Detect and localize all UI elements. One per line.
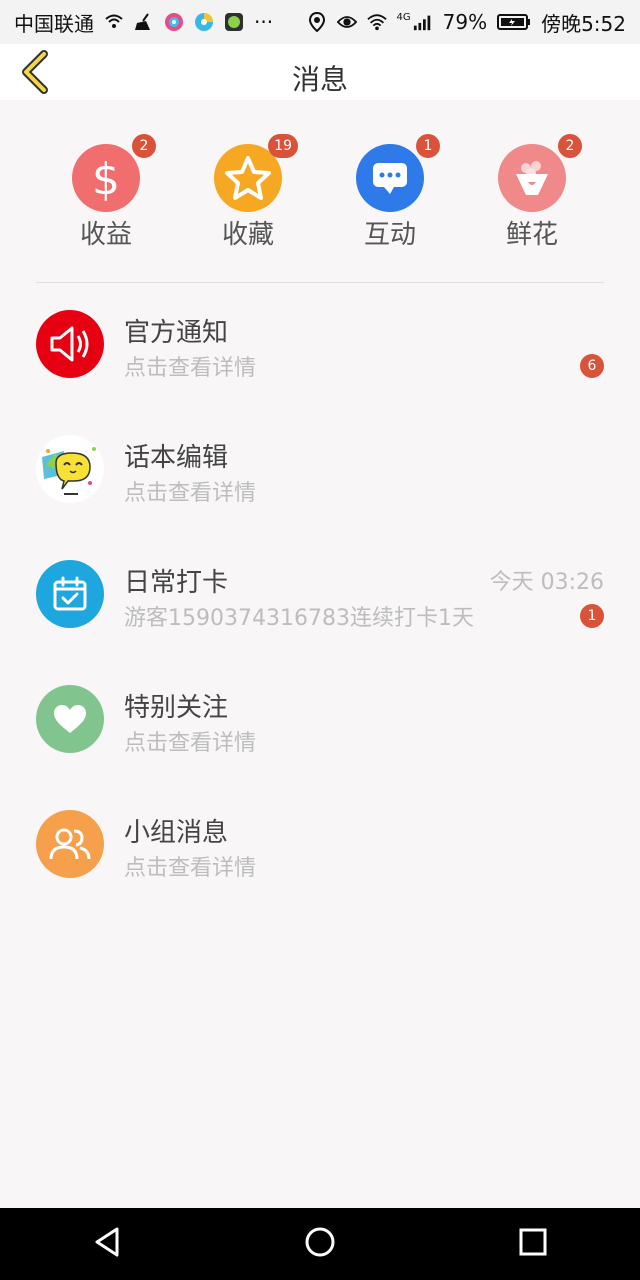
category-badge: 2 — [558, 134, 582, 158]
message-subtitle: 点击查看详情 — [124, 856, 257, 881]
flower-icon — [498, 144, 566, 212]
category-label: 收藏 — [221, 220, 274, 250]
message-subtitle: 游客1590374316783连续打卡1天 — [124, 606, 474, 631]
message-title: 话本编辑 — [124, 443, 229, 473]
category-flowers[interactable]: 2 鲜花 — [462, 100, 602, 260]
circle-home-icon — [304, 1226, 336, 1262]
chat-icon — [356, 144, 424, 212]
heart-icon — [36, 685, 104, 753]
nav-recents-button[interactable] — [503, 1214, 563, 1274]
category-grid: $ 2 收益 19 收藏 1 互动 2 鲜花 — [0, 100, 640, 280]
message-title: 特别关注 — [124, 693, 229, 723]
message-title: 日常打卡 — [124, 568, 229, 598]
message-title: 官方通知 — [124, 318, 229, 348]
category-earnings[interactable]: $ 2 收益 — [36, 100, 176, 260]
speaker-icon — [36, 310, 104, 378]
broom-icon — [134, 12, 154, 32]
category-icon-wrap: 2 — [494, 134, 582, 216]
status-bar: 中国联通 ··· 4G 79% 傍晚5:52 — [0, 0, 640, 44]
divider — [36, 282, 604, 283]
message-item-group-messages[interactable]: 小组消息 点击查看详情 — [0, 784, 640, 908]
triangle-back-icon — [92, 1226, 122, 1262]
message-item-official-notice[interactable]: 官方通知 点击查看详情 6 — [0, 284, 640, 408]
system-nav-bar — [0, 1208, 640, 1280]
app-icon-2 — [194, 12, 214, 32]
message-badge: 6 — [580, 354, 604, 378]
signal-icon — [413, 12, 433, 32]
more-notifications-indicator: ··· — [254, 10, 274, 34]
eye-icon — [336, 12, 357, 32]
svg-text:$: $ — [92, 154, 120, 202]
message-item-special-follow[interactable]: 特别关注 点击查看详情 — [0, 659, 640, 783]
group-icon — [36, 810, 104, 878]
location-icon — [307, 12, 327, 32]
category-favorites[interactable]: 19 收藏 — [178, 100, 318, 260]
message-subtitle: 点击查看详情 — [124, 481, 257, 506]
editor-avatar-icon — [36, 435, 104, 503]
nav-back-button[interactable] — [77, 1214, 137, 1274]
category-icon-wrap: $ 2 — [68, 134, 156, 216]
dollar-icon: $ — [72, 144, 140, 212]
category-label: 收益 — [79, 220, 132, 250]
battery-icon — [497, 12, 531, 32]
network-type: 4G — [396, 11, 411, 23]
square-recents-icon — [518, 1227, 548, 1261]
page-title: 消息 — [291, 63, 348, 96]
category-badge: 1 — [416, 134, 440, 158]
message-item-story-editor[interactable]: 话本编辑 点击查看详情 — [0, 409, 640, 533]
wifi-icon — [366, 12, 387, 32]
battery-percent: 79% — [442, 10, 488, 34]
message-title: 小组消息 — [124, 818, 229, 848]
category-icon-wrap: 1 — [352, 134, 440, 216]
message-time: 今天 03:26 — [489, 570, 604, 595]
category-interaction[interactable]: 1 互动 — [320, 100, 460, 260]
wifi-small-icon — [104, 12, 124, 32]
message-item-daily-checkin[interactable]: 日常打卡 游客1590374316783连续打卡1天 今天 03:26 1 — [0, 534, 640, 658]
calendar-check-icon — [36, 560, 104, 628]
status-right: 4G 79% 傍晚5:52 — [307, 8, 626, 37]
app-icon-1 — [164, 12, 184, 32]
nav-home-button[interactable] — [290, 1214, 350, 1274]
message-badge: 1 — [580, 604, 604, 628]
carrier-label: 中国联通 — [14, 11, 94, 36]
category-badge: 19 — [268, 134, 298, 158]
status-left: 中国联通 ··· — [14, 8, 273, 37]
message-subtitle: 点击查看详情 — [124, 356, 257, 381]
category-label: 鲜花 — [505, 220, 558, 250]
app-icon-3 — [224, 12, 244, 32]
category-badge: 2 — [132, 134, 156, 158]
category-label: 互动 — [363, 220, 416, 250]
category-icon-wrap: 19 — [210, 134, 298, 216]
message-subtitle: 点击查看详情 — [124, 731, 257, 756]
clock: 傍晚5:52 — [541, 11, 626, 36]
header: 消息 — [0, 44, 640, 100]
